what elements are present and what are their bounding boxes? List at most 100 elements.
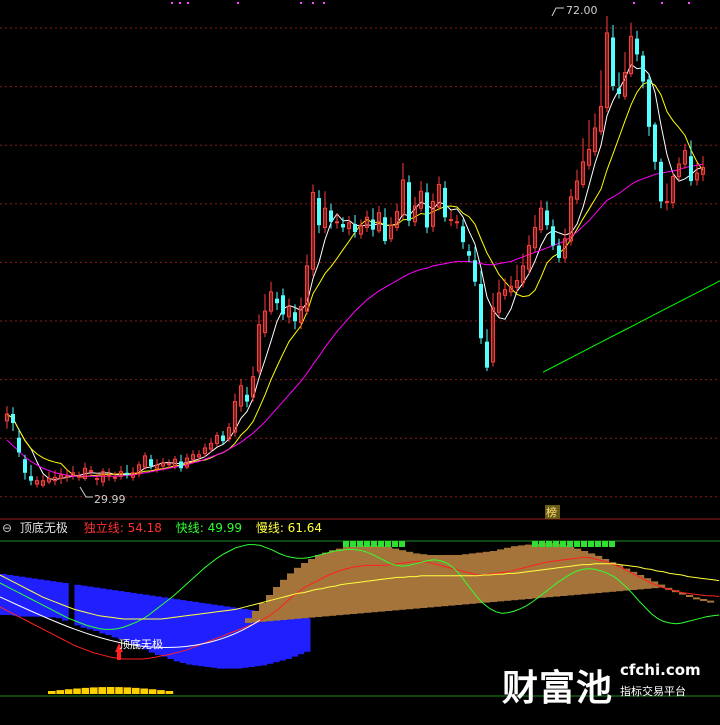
brown-histogram-bar (490, 551, 498, 602)
brown-histogram-bar (406, 551, 414, 610)
marker-dot (688, 2, 690, 4)
yellow-bottom-bar (64, 689, 73, 694)
watermark: 财富池 cfchi.com 指标交易平台 (502, 659, 701, 711)
brown-histogram-bar (301, 563, 309, 619)
yellow-bottom-bar (106, 687, 115, 694)
candle-down (467, 251, 471, 256)
green-top-marker (392, 541, 398, 547)
candle-up (113, 476, 117, 479)
blue-histogram-bar (291, 616, 299, 657)
stock-chart: 72.00 29.99 榜 顶底无极 (0, 2, 720, 697)
marker-dot (312, 2, 314, 4)
ma60-line (542, 280, 720, 373)
blue-histogram-bar (241, 609, 249, 668)
yellow-bottom-bar (132, 687, 140, 694)
blue-histogram-bar (198, 602, 206, 667)
brown-histogram-bar (329, 550, 337, 616)
indep-line-value: 独立线: 54.18 (83, 521, 162, 535)
green-top-marker (399, 541, 405, 547)
ma5-line (6, 63, 704, 481)
marker-dot (171, 2, 173, 4)
bang-badge-text: 榜 (546, 505, 557, 519)
candle-down (653, 124, 657, 162)
candle-down (425, 192, 429, 228)
yellow-bottom-bar (48, 691, 56, 694)
green-top-marker (371, 541, 377, 547)
candle-up (65, 475, 69, 478)
fast-line-value: 快线: 49.99 (175, 521, 242, 535)
green-top-marker (574, 541, 580, 547)
candle-down (479, 283, 483, 339)
blue-histogram-bar (93, 587, 100, 631)
yellow-bottom-bar (115, 687, 123, 694)
candle-up (335, 221, 339, 224)
blue-histogram-bar (303, 618, 311, 652)
candle-down (341, 224, 345, 228)
candle-down (149, 459, 153, 467)
candle-down (647, 79, 651, 127)
blue-histogram-bar (235, 608, 243, 669)
candle-down (611, 37, 615, 87)
candle-down (179, 461, 183, 469)
candle-down (281, 295, 285, 315)
yellow-bottom-bar (90, 687, 98, 694)
marker-dot (237, 2, 239, 4)
blue-histogram-bar (210, 604, 218, 668)
candle-down (245, 394, 249, 402)
brown-histogram-bar (693, 597, 701, 600)
collapse-icon[interactable]: ⊖ (2, 521, 12, 535)
blue-histogram-bar (99, 588, 106, 634)
brown-histogram-bar (700, 599, 708, 601)
brown-histogram-bar (448, 555, 456, 606)
yellow-bottom-bar (98, 687, 106, 694)
yellow-bottom-bar (123, 687, 132, 694)
brown-histogram-bar (588, 553, 596, 594)
blue-histogram-bar (111, 590, 119, 638)
brown-histogram-bar (567, 547, 575, 596)
blue-histogram-bar (279, 614, 286, 661)
brown-histogram-bar (315, 555, 323, 617)
candle-down (617, 88, 621, 95)
brown-histogram-bar (343, 547, 351, 615)
brown-histogram-bar (336, 548, 344, 616)
yellow-bottom-bar (165, 691, 174, 694)
moving-average-lines (6, 63, 720, 481)
yellow-bottom-bar (56, 690, 64, 694)
candle-down (329, 210, 333, 222)
marker-dot (633, 2, 635, 4)
low-leader (79, 486, 93, 498)
brown-histogram-bar (469, 553, 477, 604)
slow-line-value: 慢线: 61.64 (255, 521, 323, 535)
blue-histogram-bar (37, 579, 44, 617)
high-leader (551, 7, 564, 17)
candle-down (551, 226, 555, 246)
blue-histogram-bar (297, 617, 305, 655)
candle-down (383, 217, 387, 242)
candle-down (557, 245, 561, 258)
green-top-marker (357, 541, 363, 547)
candle-down (29, 476, 33, 481)
high-price-label: 72.00 (566, 4, 598, 17)
candle-down (17, 437, 21, 453)
marker-dot (179, 2, 181, 4)
brown-histogram-bar (476, 552, 484, 604)
yellow-bottom-bar (140, 688, 148, 694)
candle-down (317, 198, 321, 226)
blue-histogram-bar (117, 591, 125, 639)
candle-down (659, 161, 663, 202)
blue-histogram-bar (186, 601, 193, 665)
brown-histogram-bar (616, 565, 624, 592)
indicator-name[interactable]: 顶底无极 (20, 521, 68, 535)
brown-histogram-bar (280, 579, 288, 620)
green-top-marker (567, 541, 573, 547)
candle-down (461, 226, 465, 243)
candle-down (11, 414, 15, 424)
watermark-url: cfchi.com (620, 661, 701, 679)
brown-histogram-bar (595, 555, 603, 593)
candle-up (449, 219, 453, 222)
yellow-bottom-bar (73, 688, 81, 694)
brown-histogram-bar (483, 551, 491, 603)
blue-histogram-bar (192, 601, 199, 666)
blue-histogram-bar (179, 600, 187, 663)
candlestick-series (5, 7, 705, 498)
